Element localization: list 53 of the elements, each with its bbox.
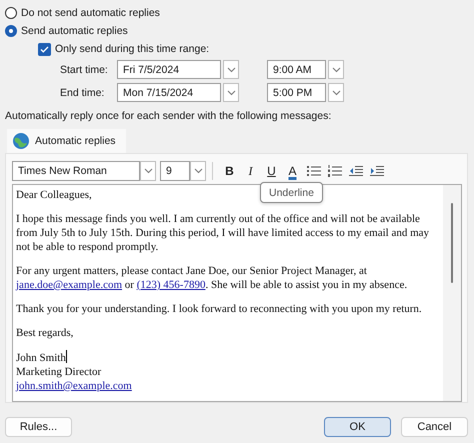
email-link[interactable]: john.smith@example.com — [16, 380, 132, 392]
radio-button[interactable] — [5, 25, 17, 37]
contact-link[interactable]: (123) 456-7890 — [136, 279, 206, 291]
bold-button[interactable]: B — [219, 161, 240, 181]
checkbox-label: Only send during this time range: — [55, 43, 210, 55]
time-dropdown-button[interactable] — [328, 83, 344, 102]
radio-label: Do not send automatic replies — [21, 7, 160, 19]
date-dropdown-button[interactable] — [223, 60, 239, 79]
font-size-field[interactable]: 9 — [160, 161, 190, 181]
dialog-button[interactable]: Cancel — [401, 417, 468, 437]
tab[interactable]: Automatic replies — [7, 129, 126, 153]
contact-link[interactable]: jane.doe@example.com — [16, 279, 122, 291]
checkbox[interactable] — [38, 42, 51, 56]
radio-label: Send automatic replies — [21, 25, 128, 37]
date-dropdown-button[interactable] — [223, 83, 239, 102]
italic-button[interactable]: I — [240, 161, 261, 181]
tooltip: Underline — [260, 182, 323, 203]
date-field[interactable]: Mon 7/15/2024 — [117, 83, 221, 102]
underline-button[interactable]: U — [261, 161, 282, 181]
message-paragraph: Dear Colleagues, — [16, 188, 92, 202]
message-paragraph: Best regards, — [16, 326, 74, 340]
numbered-list-icon — [328, 165, 342, 177]
chevron-down-icon — [226, 90, 236, 96]
font-dropdown-button[interactable] — [140, 161, 156, 181]
time-field[interactable]: 5:00 PM — [267, 83, 326, 102]
font-name-field[interactable]: Times New Roman — [12, 161, 140, 181]
chevron-down-icon — [226, 66, 236, 72]
checkmark-icon — [40, 46, 49, 52]
time-field[interactable]: 9:00 AM — [267, 60, 326, 79]
scrollbar-thumb[interactable] — [451, 203, 453, 283]
dialog-button[interactable]: OK — [324, 417, 391, 437]
bullet-list-icon — [306, 165, 320, 177]
message-paragraph: Thank you for your understanding. I look forward to reconnecting with you upon my return. — [16, 302, 422, 316]
instruction-text: Automatically reply once for each sender with the following messages: — [5, 110, 332, 124]
chevron-down-icon — [332, 90, 340, 96]
message-paragraph: For any urgent matters, please contact Jane Doe, our Senior Project Manager, at jane.doe@example.com or (123) 456-7890. She will be able to assist you in my absence. — [16, 264, 408, 292]
font-color-button[interactable]: A — [282, 161, 303, 181]
dialog-button[interactable]: Rules... — [5, 417, 72, 437]
indent-icon — [370, 165, 384, 177]
signature-line: John Smith — [16, 350, 67, 365]
time-label: Start time: — [60, 64, 109, 76]
message-paragraph: I hope this message finds you well. I am currently out of the office and will not be available from July 5th to July 15th. During this period, I will have limited access to my email and may not be able to respond promptly. — [16, 212, 430, 254]
chevron-down-icon — [144, 168, 152, 174]
radio-button[interactable] — [5, 7, 17, 19]
time-label: End time: — [60, 86, 106, 98]
globe-icon — [12, 132, 30, 150]
signature-line: Marketing Director — [16, 365, 102, 379]
chevron-down-icon — [332, 66, 340, 72]
date-field[interactable]: Fri 7/5/2024 — [117, 60, 221, 79]
time-dropdown-button[interactable] — [328, 60, 344, 79]
outdent-icon — [348, 165, 362, 177]
size-dropdown-button[interactable] — [190, 161, 206, 181]
chevron-down-icon — [194, 168, 202, 174]
